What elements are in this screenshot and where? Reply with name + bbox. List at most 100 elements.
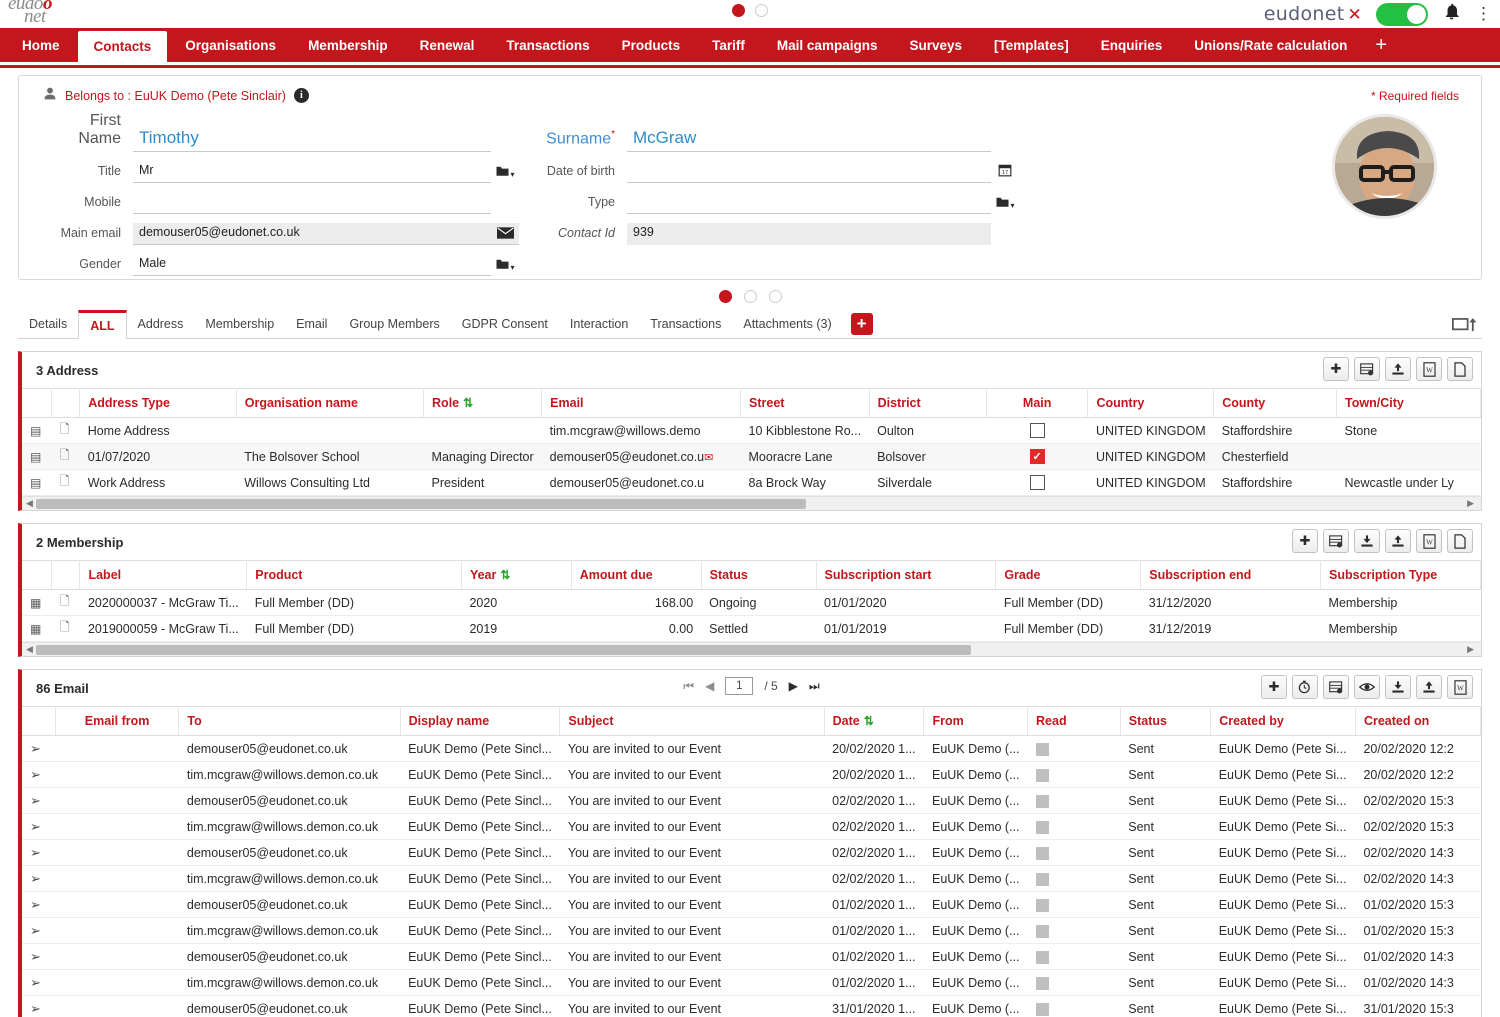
membership-export-up-icon[interactable] <box>1385 529 1411 553</box>
membership-cell-grade[interactable]: Full Member (DD) <box>995 589 1141 616</box>
address-row-doc-icon[interactable]: 🗋 <box>51 417 80 444</box>
membership-row-doc-icon[interactable]: 🗋 <box>51 615 80 642</box>
table-row[interactable]: ➢ tim.mcgraw@willows.demon.co.uk EuUK Demo… <box>22 969 1481 996</box>
nav-item-unions-rate-calculation[interactable]: Unions/Rate calculation <box>1178 28 1363 62</box>
field-value-surname[interactable]: McGraw <box>627 126 991 152</box>
add-tab-icon[interactable]: + <box>850 313 873 335</box>
address-col-email[interactable]: Email <box>541 388 742 418</box>
pager-first-icon[interactable]: ⏮ <box>683 679 694 694</box>
table-row[interactable]: ➢ demouser05@eudonet.co.uk EuUK Demo (Pete… <box>22 943 1481 970</box>
membership-document-icon[interactable] <box>1447 529 1473 553</box>
scroll-left-arrow-icon[interactable]: ◀ <box>22 498 37 509</box>
address-cell-main[interactable] <box>986 469 1088 496</box>
email-send-icon[interactable]: ➢ <box>22 735 56 762</box>
tab-group-members[interactable]: Group Members <box>338 310 450 338</box>
email-send-icon[interactable]: ➢ <box>22 813 56 840</box>
membership-add-icon[interactable]: ✚ <box>1292 529 1318 553</box>
tab-details[interactable]: Details <box>18 310 78 338</box>
carousel-dot-1[interactable] <box>732 4 745 17</box>
address-add-icon[interactable]: ✚ <box>1323 357 1349 381</box>
mode-toggle-switch[interactable] <box>1376 2 1428 26</box>
membership-col-subscription-end[interactable]: Subscription end <box>1140 560 1322 590</box>
table-row[interactable]: ▤ 🗋 Home Address tim.mcgraw@willows.demo… <box>22 417 1481 444</box>
email-send-icon[interactable]: ➢ <box>22 865 56 892</box>
address-col-town-city[interactable]: Town/City <box>1336 388 1481 418</box>
membership-cell-label[interactable]: 2019000059 - McGraw Ti... <box>79 615 247 642</box>
scroll-thumb[interactable] <box>36 644 971 655</box>
tab-gdpr-consent[interactable]: GDPR Consent <box>451 310 559 338</box>
folder-icon-title[interactable]: ▾ <box>491 165 519 183</box>
pager-page-input[interactable]: 1 <box>725 677 754 695</box>
address-cell-main[interactable]: ✓ <box>986 443 1088 470</box>
membership-col-label[interactable]: Label <box>79 560 248 590</box>
email-send-icon[interactable]: ➢ <box>22 969 56 996</box>
membership-col-amount-due[interactable]: Amount due <box>571 560 702 590</box>
field-value-type[interactable] <box>627 192 991 214</box>
address-row-select-icon[interactable]: ▤ <box>22 443 52 470</box>
field-value-gender[interactable]: Male <box>133 254 491 276</box>
scroll-right-arrow-icon[interactable]: ▶ <box>1463 498 1478 509</box>
tab-email[interactable]: Email <box>285 310 338 338</box>
address-cell-organisation[interactable]: The Bolsover School <box>236 443 424 470</box>
table-row[interactable]: ▤ 🗋 Work Address Willows Consulting Ltd … <box>22 469 1481 496</box>
nav-item-contacts[interactable]: Contacts <box>77 31 168 62</box>
scroll-thumb[interactable] <box>36 498 806 509</box>
address-cell-main[interactable] <box>986 417 1088 444</box>
nav-item-templates[interactable]: [Templates] <box>978 28 1085 62</box>
email-send-icon[interactable]: ➢ <box>22 787 56 814</box>
table-row[interactable]: ➢ demouser05@eudonet.co.uk EuUK Demo (Pete… <box>22 995 1481 1017</box>
address-word-export-icon[interactable]: W <box>1416 357 1442 381</box>
address-grid-settings-icon[interactable] <box>1354 357 1380 381</box>
email-send-icon[interactable]: ➢ <box>22 761 56 788</box>
email-history-icon[interactable] <box>1292 675 1318 699</box>
email-eye-icon[interactable] <box>1354 675 1380 699</box>
table-row[interactable]: ➢ tim.mcgraw@willows.demon.co.uk EuUK Demo… <box>22 865 1481 892</box>
main-checkbox[interactable] <box>1029 423 1045 439</box>
nav-item-transactions[interactable]: Transactions <box>490 28 605 62</box>
membership-import-down-icon[interactable] <box>1354 529 1380 553</box>
membership-grid-settings-icon[interactable] <box>1323 529 1349 553</box>
nav-item-organisations[interactable]: Organisations <box>169 28 292 62</box>
email-col-to[interactable]: To <box>178 706 401 736</box>
address-col-select[interactable] <box>22 388 53 418</box>
membership-col-product[interactable]: Product <box>246 560 462 590</box>
tab-address[interactable]: Address <box>127 310 195 338</box>
email-send-icon[interactable]: ➢ <box>22 917 56 944</box>
membership-row-doc-icon[interactable]: 🗋 <box>51 589 80 616</box>
address-col-organisation-name[interactable]: Organisation name <box>236 388 425 418</box>
info-icon[interactable]: i <box>293 88 309 103</box>
mid-carousel-dot-2[interactable] <box>743 290 757 303</box>
main-checkbox-checked[interactable]: ✓ <box>1029 449 1045 465</box>
membership-col-subscription-start[interactable]: Subscription start <box>816 560 997 590</box>
email-col-icon[interactable] <box>22 706 56 736</box>
email-col-created-on[interactable]: Created on <box>1355 706 1481 736</box>
address-horizontal-scrollbar[interactable]: ◀ ▶ <box>22 496 1481 510</box>
membership-word-export-icon[interactable]: W <box>1416 529 1442 553</box>
address-export-up-icon[interactable] <box>1385 357 1411 381</box>
email-col-status[interactable]: Status <box>1120 706 1212 736</box>
email-col-from[interactable]: From <box>923 706 1029 736</box>
envelope-icon-main-email[interactable] <box>491 227 519 245</box>
membership-col-grade[interactable]: Grade <box>995 560 1142 590</box>
nav-item-products[interactable]: Products <box>606 28 697 62</box>
table-row[interactable]: ➢ demouser05@eudonet.co.uk EuUK Demo (Pete… <box>22 787 1481 814</box>
address-col-district[interactable]: District <box>869 388 987 418</box>
email-send-icon[interactable]: ➢ <box>22 839 56 866</box>
main-checkbox[interactable] <box>1029 475 1045 491</box>
membership-cell-product[interactable]: Full Member (DD) <box>246 615 462 642</box>
nav-item-tariff[interactable]: Tariff <box>696 28 761 62</box>
calendar-icon-date-of-birth[interactable]: 17 <box>991 163 1019 183</box>
membership-row-select-icon[interactable]: ▦ <box>22 589 52 616</box>
field-value-first-name[interactable]: Timothy <box>133 126 491 152</box>
address-row-doc-icon[interactable]: 🗋 <box>51 443 80 470</box>
field-value-main-email[interactable]: demouser05@eudonet.co.uk <box>133 223 519 245</box>
contact-avatar[interactable] <box>1332 114 1437 219</box>
pager-last-icon[interactable]: ⏭ <box>809 679 820 694</box>
carousel-dot-2[interactable] <box>755 4 768 17</box>
mid-carousel-dot-3[interactable] <box>768 290 782 303</box>
folder-icon-gender[interactable]: ▾ <box>491 258 519 276</box>
table-row[interactable]: ➢ demouser05@eudonet.co.uk EuUK Demo (Pete… <box>22 839 1481 866</box>
tab-membership[interactable]: Membership <box>194 310 285 338</box>
table-row[interactable]: ➢ demouser05@eudonet.co.uk EuUK Demo (Pete… <box>22 891 1481 918</box>
mid-carousel-dot-1[interactable] <box>718 290 732 303</box>
